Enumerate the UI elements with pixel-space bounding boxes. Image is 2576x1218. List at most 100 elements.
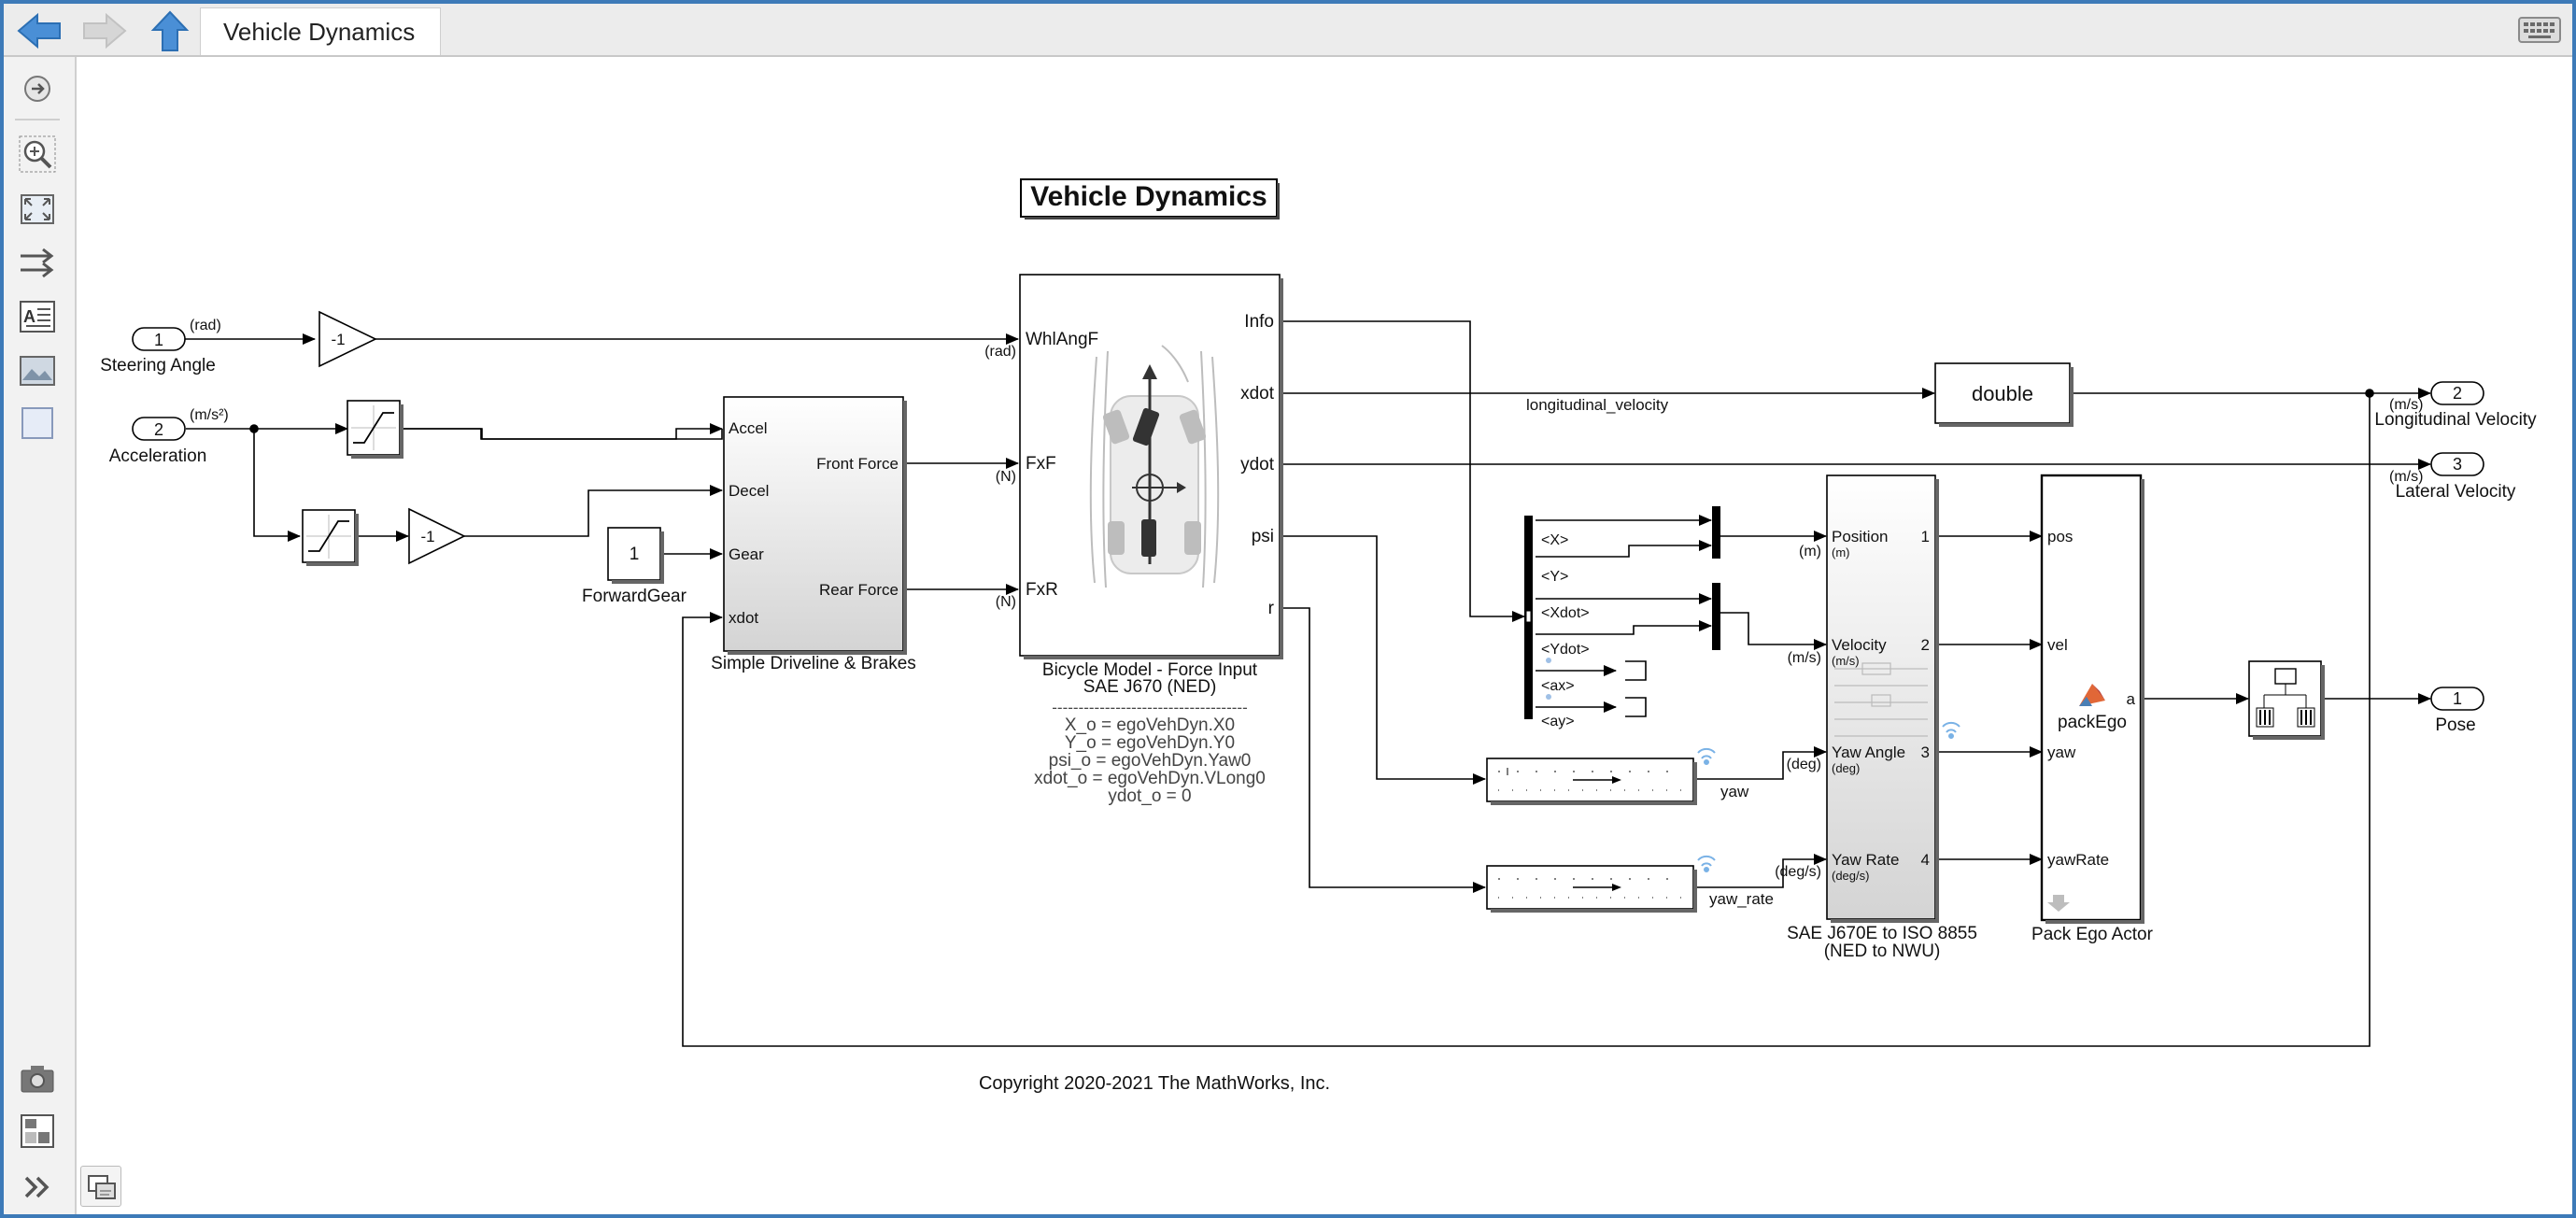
outport-1-number: 1 [2453, 689, 2462, 708]
terminator-ay[interactable] [1625, 697, 1647, 717]
saturation-decel[interactable] [302, 509, 359, 566]
model-title: Vehicle Dynamics [1030, 181, 1267, 212]
bus-el-y: <Y> [1541, 569, 1568, 585]
sae-out-2: 2 [1921, 636, 1930, 654]
gain-decel[interactable] [408, 507, 466, 565]
inport-2-unit: (m/s²) [190, 407, 229, 423]
constant-value: 1 [630, 545, 640, 564]
pack-in-vel: vel [2047, 636, 2068, 654]
bicycle-in-fxf: FxF [1026, 454, 1056, 474]
sae-out-4: 4 [1921, 851, 1930, 869]
mux-velocity[interactable] [1712, 583, 1720, 650]
arrow-left-icon[interactable] [13, 9, 65, 52]
inport-1-number: 1 [154, 331, 163, 349]
annotation-icon[interactable]: A [19, 298, 56, 335]
sae-in-unit-m: (m) [1832, 545, 1850, 559]
outport-3-unit: (m/s) [2389, 469, 2423, 485]
sae-sig-unit-degs: (deg/s) [1775, 864, 1821, 880]
mux-position[interactable] [1712, 506, 1720, 559]
pack-in-pos: pos [2047, 528, 2073, 545]
zoom-icon[interactable] [19, 135, 56, 173]
bicycle-separator: ------------------------------------- [1052, 699, 1247, 716]
model-browser-icon[interactable] [19, 1112, 56, 1150]
driveline-in-decel: Decel [729, 482, 769, 500]
sae-in-yaw-rate: Yaw Rate [1832, 851, 1899, 869]
gain-decel-value: -1 [420, 528, 434, 545]
driveline-in-gear: Gear [729, 545, 764, 563]
driveline-out-front: Front Force [816, 455, 899, 473]
bus-el-ydot: <Ydot> [1541, 642, 1590, 658]
sae-in-unit-ms: (m/s) [1832, 654, 1860, 668]
pack-out-a: a [2127, 690, 2136, 708]
simulink-window: Vehicle Dynamics A Vehicle Dynamics 1 2 … [0, 0, 2576, 1218]
svg-text:A: A [23, 307, 35, 326]
sae-out-1: 1 [1921, 528, 1930, 545]
bicycle-param-1: X_o = egoVehDyn.X0 [1065, 715, 1235, 735]
image-icon[interactable] [19, 352, 56, 389]
breadcrumb-tab[interactable]: Vehicle Dynamics [200, 7, 441, 55]
bicycle-in-fxr: FxR [1026, 580, 1058, 600]
inport-1-unit: (rad) [190, 318, 221, 333]
sae-sig-unit-deg: (deg) [1787, 757, 1821, 772]
area-icon[interactable] [19, 404, 56, 442]
bicycle-out-info: Info [1244, 312, 1274, 332]
outport-1-label: Pose [2435, 715, 2475, 735]
driveline-in-xdot: xdot [729, 609, 758, 627]
signal-yaw: yaw [1720, 783, 1749, 800]
bicycle-param-4: xdot_o = egoVehDyn.VLong0 [1034, 769, 1266, 788]
saturation-accel[interactable] [347, 400, 403, 459]
bicycle-in-unit-rad: (rad) [984, 344, 1016, 360]
pack-in-yawrate: yawRate [2047, 851, 2109, 869]
unit-conversion-yaw-rate[interactable] [1486, 865, 1697, 913]
bicycle-param-2: Y_o = egoVehDyn.Y0 [1065, 733, 1235, 753]
signal-yaw-rate: yaw_rate [1709, 890, 1774, 908]
inport-2-number: 2 [154, 420, 163, 439]
bicycle-name-2: SAE J670 (NED) [1083, 677, 1217, 697]
gain-steering[interactable] [318, 310, 377, 368]
hide-explorer-icon[interactable] [19, 70, 56, 107]
arrow-right-icon[interactable] [78, 9, 131, 52]
outport-2-number: 2 [2453, 384, 2462, 403]
expand-icon[interactable] [19, 1168, 56, 1206]
keyboard-icon[interactable] [2518, 15, 2561, 45]
bicycle-out-ydot: ydot [1240, 455, 1275, 474]
sae-in-position: Position [1832, 528, 1888, 545]
bicycle-out-psi: psi [1252, 527, 1274, 546]
bicycle-in-unit-n2: (N) [996, 594, 1016, 610]
model-data-editor-icon[interactable] [80, 1166, 121, 1207]
sae-name-2: (NED to NWU) [1824, 942, 1941, 961]
driveline-in-accel: Accel [729, 419, 768, 437]
palette-sidebar: A [4, 57, 77, 1214]
signal-log-icon-yaw [1697, 747, 1716, 765]
pack-name: Pack Ego Actor [2031, 925, 2154, 944]
bicycle-param-3: psi_o = egoVehDyn.Yaw0 [1049, 751, 1252, 771]
signal-log-icon-yaw-rate [1697, 855, 1716, 872]
constant-name: ForwardGear [582, 587, 687, 606]
sae-name-1: SAE J670E to ISO 8855 [1787, 924, 1977, 943]
signal-longitudinal-velocity: longitudinal_velocity [1526, 396, 1669, 414]
model-canvas[interactable]: Vehicle Dynamics 1 2 Steering Angle Acce… [77, 57, 2572, 1214]
signal-flow-icon[interactable] [19, 245, 56, 282]
arrow-up-icon[interactable] [144, 9, 196, 52]
conversion-label: double [1972, 382, 2033, 405]
unit-conversion-yaw[interactable] [1486, 758, 1697, 805]
fit-to-view-icon[interactable] [19, 191, 56, 228]
bicycle-param-5: ydot_o = 0 [1108, 786, 1191, 806]
pack-in-yaw: yaw [2047, 744, 2076, 761]
bicycle-in-whlangf: WhlAngF [1026, 330, 1098, 349]
bus-creator-block[interactable] [2248, 660, 2325, 740]
sae-in-unit-degs: (deg/s) [1832, 869, 1869, 883]
outport-2-label: Longitudinal Velocity [2374, 410, 2537, 430]
sae-in-unit-deg: (deg) [1832, 761, 1860, 775]
signal-log-icon-sae [1942, 721, 1960, 739]
pack-function-name: packEgo [2058, 713, 2127, 732]
camera-icon[interactable] [19, 1060, 56, 1098]
sae-in-velocity: Velocity [1832, 636, 1887, 654]
terminator-ax[interactable] [1625, 660, 1647, 681]
bicycle-in-unit-n1: (N) [996, 469, 1016, 485]
bus-el-ax: <ax> [1541, 678, 1575, 694]
copyright-annotation: Copyright 2020-2021 The MathWorks, Inc. [979, 1073, 1330, 1094]
gain-steering-value: -1 [331, 331, 345, 348]
inport-1-label: Steering Angle [100, 356, 216, 375]
bus-el-ay: <ay> [1541, 714, 1575, 729]
